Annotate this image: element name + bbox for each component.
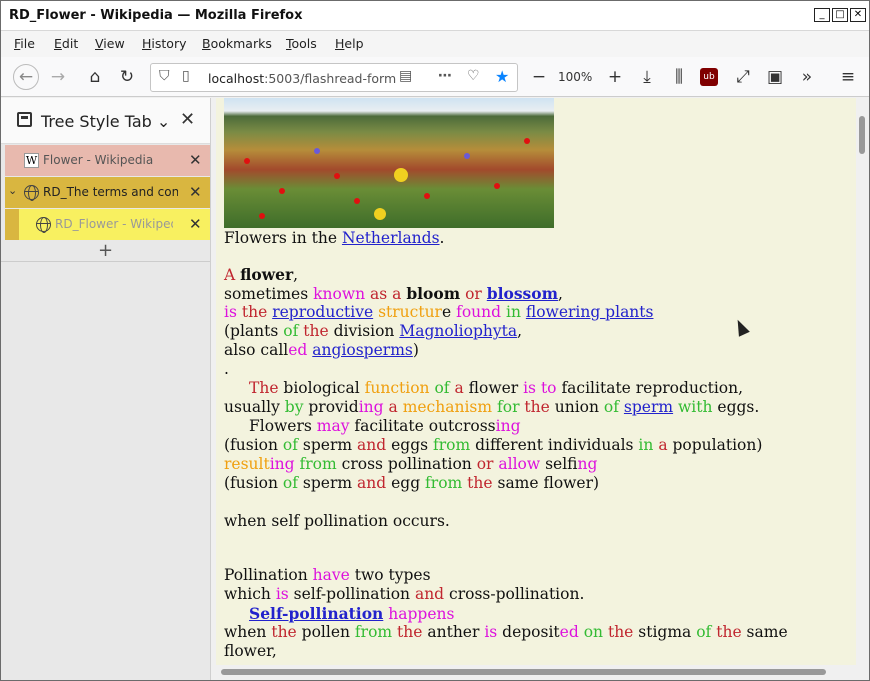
hamburger-menu-icon[interactable]: ≡ [836,65,860,89]
close-tab-icon[interactable]: ✕ [189,215,202,233]
menu-bar: File Edit View History Bookmarks Tools H… [1,31,869,57]
article-line-11: resulting from cross pollination or allo… [224,455,598,473]
close-tab-icon[interactable]: ✕ [189,151,202,169]
horizontal-scrollbar[interactable] [216,665,856,680]
caption-end: . [439,229,445,247]
flower-field-photo [224,98,554,228]
fullscreen-icon[interactable]: ⤢ [731,65,755,89]
minimize-button[interactable]: _ [814,8,830,22]
window-title: RD_Flower - Wikipedia — Mozilla Firefox [9,8,303,23]
sidebar-header: Tree Style Tab ⌄ ✕ [1,98,210,144]
globe-favicon-icon [24,185,39,201]
close-window-button[interactable]: ✕ [850,8,866,22]
article-line-18: flower, [224,642,277,660]
magnoliophyta-link[interactable]: Magnoliophyta [399,322,517,340]
article-line-16: Self-pollination happens [249,604,455,623]
caption-text: Flowers in the [224,229,342,247]
menu-history[interactable]: History [142,36,186,51]
sidebar-tab-terms[interactable]: ⌄ RD_The terms and conditions ✕ [5,177,210,208]
overflow-menu-icon[interactable]: » [795,65,819,89]
netherlands-link[interactable]: Netherlands [342,229,440,247]
url-host: localhost [208,71,265,86]
article-line-3: is the reproductive structure found in f… [224,303,654,321]
close-sidebar-icon[interactable]: ✕ [180,109,195,130]
reader-view-icon[interactable]: ▤ [399,68,412,84]
angiosperms-link[interactable]: angiosperms [312,341,413,359]
shield-icon[interactable]: ⛉ [159,68,170,84]
back-arrow-icon[interactable]: ← [13,64,39,90]
tree-style-tab-logo-icon [17,112,32,127]
url-text[interactable]: localhost:5003/flashread-form [208,71,396,86]
navigation-toolbar: ← → ⌂ ↻ ⛉ ▯ localhost:5003/flashread-for… [1,57,869,97]
menu-edit[interactable]: Edit [54,36,78,51]
menu-bookmarks[interactable]: Bookmarks [202,36,272,51]
menu-tools[interactable]: Tools [286,36,317,51]
home-icon[interactable]: ⌂ [83,65,107,89]
collapse-chevron-icon[interactable]: ⌄ [8,184,17,197]
sidebar-tab-label: RD_Flower - Wikipedia [55,217,173,231]
flowering-plants-link[interactable]: flowering plants [526,303,654,321]
article-line-7: The biological function of a flower is t… [249,379,744,397]
reproductive-link[interactable]: reproductive [272,303,373,321]
article-line-6: . [224,360,229,378]
article-line-4: (plants of the division Magnoliophyta, [224,322,523,340]
sidebar-tab-label: RD_The terms and conditions [43,185,178,199]
globe-favicon-icon [36,217,51,233]
sidebar-tab-flower-wikipedia[interactable]: W Flower - Wikipedia ✕ [5,145,210,176]
article-line-8: usually by providing a mechanism for the… [224,398,760,416]
firefox-window: RD_Flower - Wikipedia — Mozilla Firefox … [0,0,870,681]
wikipedia-favicon-icon: W [24,153,39,168]
article-line-2: sometimes known as a bloom or blossom, [224,284,563,303]
new-tab-button[interactable]: + [1,241,210,262]
download-icon[interactable]: ⤓ [635,65,659,89]
article-line-12: (fusion of sperm and egg from the same f… [224,474,600,492]
tree-style-tab-icon[interactable]: ▣ [763,65,787,89]
sidebar-title[interactable]: Tree Style Tab ⌄ [41,112,170,131]
article-line-10: (fusion of sperm and eggs from different… [224,436,763,454]
forward-arrow-icon[interactable]: → [46,65,70,89]
sidebar-tab-label: Flower - Wikipedia [43,153,154,167]
menu-help[interactable]: Help [335,36,364,51]
bookmark-star-icon[interactable]: ★ [495,67,509,86]
url-bar[interactable]: ⛉ ▯ localhost:5003/flashread-form ▤ ⋯ ♡ … [150,63,518,92]
blossom-link[interactable]: blossom [487,284,558,303]
vertical-scroll-thumb[interactable] [859,116,865,154]
sperm-link[interactable]: sperm [624,398,673,416]
zoom-level[interactable]: 100% [558,70,592,84]
pocket-icon[interactable]: ♡ [467,68,480,84]
article-line-17: when the pollen from the anther is depos… [224,623,788,641]
article-line-15: which is self-pollination and cross-poll… [224,585,585,603]
zoom-out-icon[interactable]: − [527,65,551,89]
menu-file[interactable]: File [14,36,35,51]
self-pollination-link[interactable]: Self-pollination [249,604,383,623]
url-path: :5003/flashread-form [264,71,397,86]
tree-indent-bar [5,209,19,240]
tree-style-tab-sidebar: Tree Style Tab ⌄ ✕ W Flower - Wikipedia … [1,98,211,680]
library-icon[interactable]: ⫼ [667,65,691,89]
sidebar-title-text: Tree Style Tab [41,112,152,131]
image-caption: Flowers in the Netherlands. [224,229,444,248]
zoom-in-icon[interactable]: + [603,65,627,89]
ublock-origin-icon[interactable]: ub [700,68,718,86]
page-info-icon[interactable]: ▯ [182,68,190,84]
article-line-14: Pollination have two types [224,566,431,584]
menu-view[interactable]: View [95,36,125,51]
article-line-9: Flowers may facilitate outcrossing [249,417,521,435]
vertical-scrollbar[interactable] [856,98,869,665]
sidebar-tab-rd-flower[interactable]: RD_Flower - Wikipedia ✕ [19,209,210,240]
page-actions-icon[interactable]: ⋯ [438,68,452,84]
article-line-13: when self pollination occurs. [224,512,450,530]
reload-icon[interactable]: ↻ [115,65,139,89]
close-tab-icon[interactable]: ✕ [189,183,202,201]
page-content: Flowers in the Netherlands. A flower, so… [216,98,856,665]
horizontal-scroll-thumb[interactable] [221,669,826,675]
maximize-button[interactable]: □ [832,8,848,22]
article-line-1: A flower, [224,265,299,284]
title-bar: RD_Flower - Wikipedia — Mozilla Firefox … [1,1,869,31]
article-line-5: also called angiosperms) [224,341,419,359]
